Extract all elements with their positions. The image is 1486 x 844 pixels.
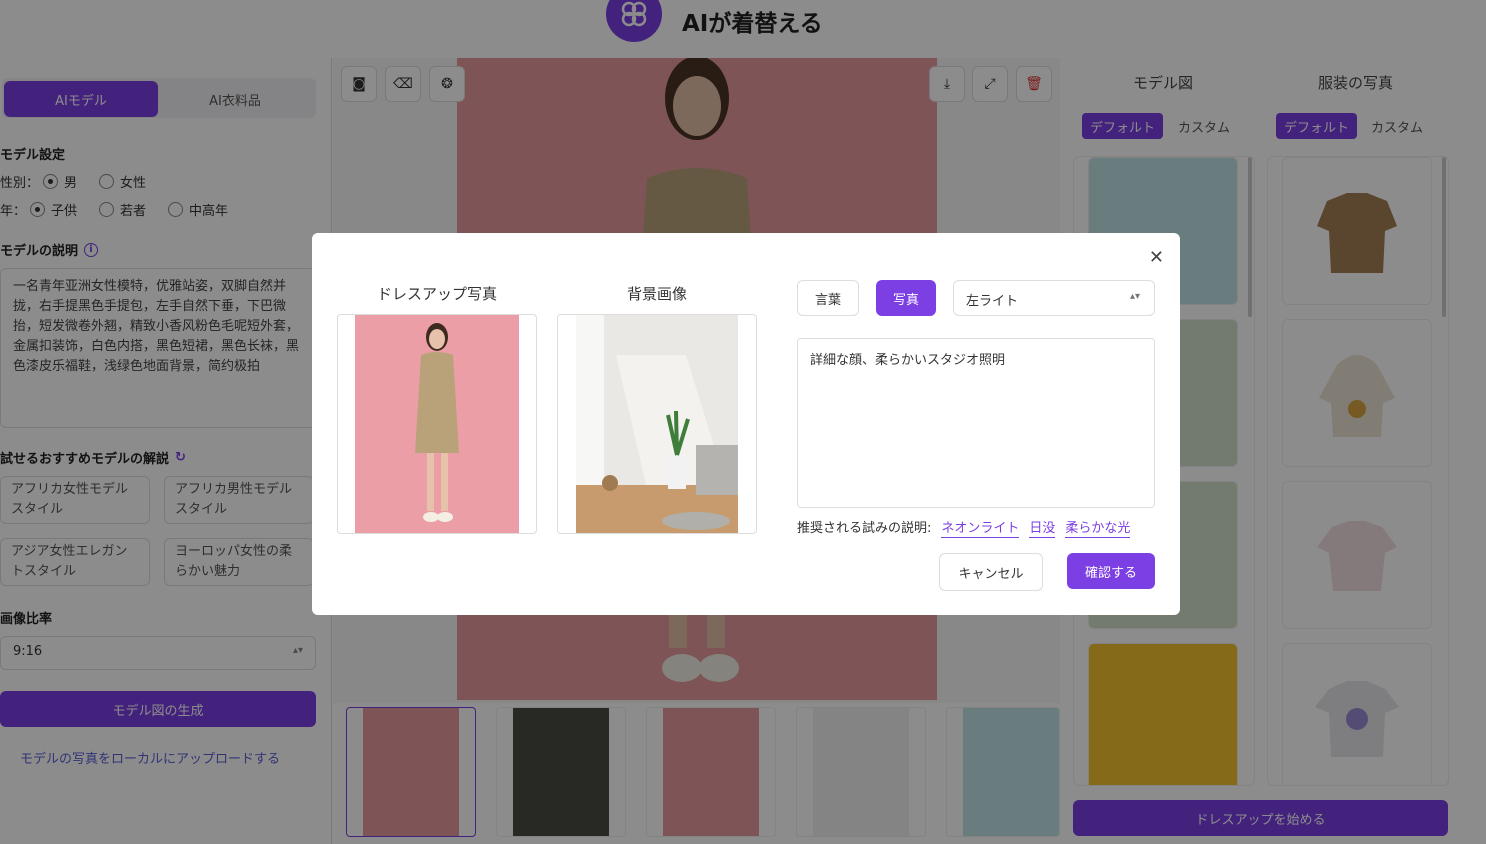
recommendation-row: 推奨される試みの説明: ネオンライト 日没 柔らかな光: [797, 517, 1131, 538]
dressup-photo[interactable]: [337, 314, 537, 534]
background-image[interactable]: [557, 314, 757, 534]
cancel-button[interactable]: キャンセル: [939, 553, 1043, 591]
lighting-select[interactable]: 左ライト ▴▾: [953, 280, 1155, 316]
recommendation-sunset[interactable]: 日没: [1029, 517, 1056, 538]
chevron-updown-icon: ▴▾: [1129, 291, 1140, 302]
mode-photo-button[interactable]: 写真: [876, 280, 936, 316]
room-image: [576, 315, 738, 533]
recommendation-label: 推奨される試みの説明:: [797, 521, 932, 536]
dressup-image: [355, 315, 519, 533]
close-icon[interactable]: ✕: [1149, 247, 1164, 268]
mode-text-button[interactable]: 言葉: [797, 280, 859, 316]
prompt-textarea[interactable]: 詳細な顔、柔らかいスタジオ照明: [797, 338, 1155, 508]
confirm-button[interactable]: 確認する: [1067, 553, 1155, 589]
background-image-label: 背景画像: [626, 285, 687, 303]
recommendation-neon[interactable]: ネオンライト: [941, 517, 1020, 538]
background-modal: ✕ ドレスアップ写真 背景画像 言葉 写真 左ライト ▴▾ 詳細な顔、柔らかいス…: [312, 233, 1180, 615]
dressup-photo-label: ドレスアップ写真: [376, 285, 497, 303]
lighting-value: 左ライト: [966, 294, 1019, 309]
recommendation-soft-light[interactable]: 柔らかな光: [1065, 517, 1131, 538]
